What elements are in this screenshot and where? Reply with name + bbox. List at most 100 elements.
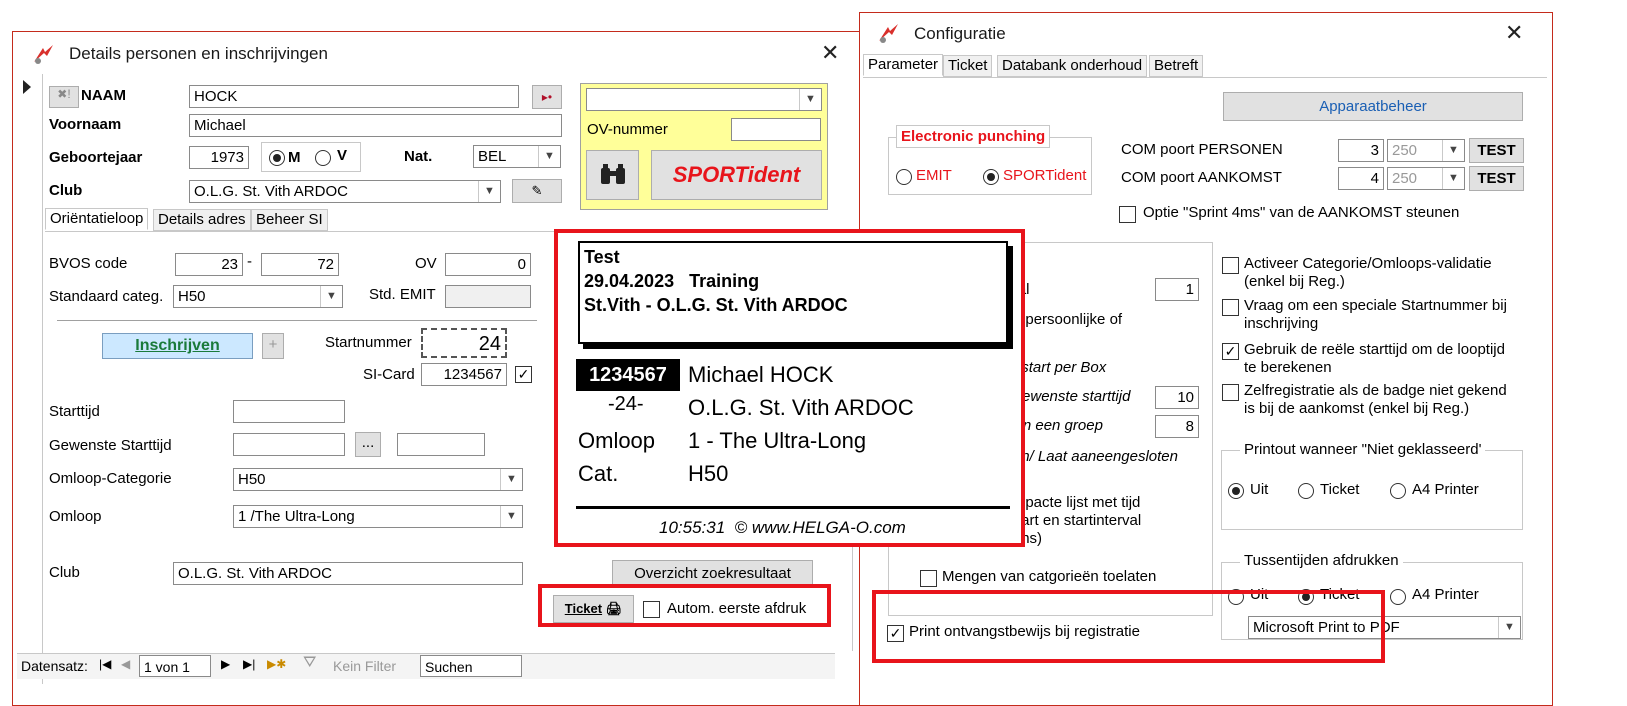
record-selector — [17, 74, 43, 684]
chevron-down-icon[interactable]: ▼ — [799, 89, 821, 110]
sex-v-label: V — [337, 147, 348, 164]
emit-radio[interactable] — [896, 169, 912, 185]
gewenste-starttijd-input[interactable] — [233, 433, 345, 456]
com-aankomst-input[interactable]: 4 — [1338, 167, 1384, 190]
geboortejaar-input[interactable]: 1973 — [189, 146, 249, 169]
tab-betreft[interactable]: Betreft — [1149, 55, 1204, 77]
next-record-icon[interactable]: ▶ — [221, 657, 230, 671]
gebruik-line1: Gebruik de reële starttijd om de looptij… — [1244, 341, 1505, 358]
mengen-checkbox[interactable] — [920, 570, 937, 587]
inschrijven-button[interactable]: Inschrijven — [102, 333, 253, 359]
filter-label[interactable]: Kein Filter — [333, 658, 396, 674]
std-emit-input[interactable] — [445, 285, 531, 308]
com-personen-speed-select[interactable]: 250 ▼ — [1387, 139, 1465, 162]
tussen-a4-label: A4 Printer — [1412, 586, 1479, 603]
ov-select[interactable]: ▼ — [586, 88, 822, 111]
bvos-input-1[interactable]: 23 — [175, 253, 243, 276]
gebruik-checkbox[interactable]: ✓ — [1222, 343, 1239, 360]
chevron-down-icon[interactable]: ▼ — [478, 181, 500, 202]
search-person-button[interactable]: ▸• — [532, 85, 562, 109]
chevron-down-icon[interactable]: ▼ — [1442, 140, 1464, 161]
zelf-checkbox[interactable] — [1222, 384, 1239, 401]
nat-select[interactable]: BEL ▼ — [473, 145, 561, 168]
chevron-down-icon[interactable]: ▼ — [500, 469, 522, 490]
sicard-input[interactable]: 1234567 — [421, 363, 507, 386]
ticket-cat-label: Cat. — [578, 461, 619, 486]
printout-ticket-radio[interactable] — [1298, 483, 1314, 499]
chevron-down-icon[interactable]: ▼ — [1442, 168, 1464, 189]
printout-uit-label: Uit — [1250, 481, 1269, 498]
binoculars-button[interactable] — [586, 150, 639, 200]
prev-record-icon[interactable]: ◀ — [121, 657, 130, 671]
tab-ticket[interactable]: Ticket — [943, 55, 993, 77]
startnummer-input[interactable]: 24 — [421, 328, 507, 358]
sex-v-radio[interactable] — [315, 150, 331, 166]
first-record-icon[interactable]: |◀ — [99, 657, 111, 671]
ov-input[interactable]: 0 — [445, 253, 531, 276]
emit-label: EMIT — [916, 167, 952, 184]
sprint-checkbox[interactable] — [1119, 206, 1136, 223]
com-personen-label: COM poort PERSONEN — [1121, 141, 1283, 158]
com-personen-input[interactable]: 3 — [1338, 139, 1384, 162]
binoculars-icon — [600, 164, 625, 184]
edit-club-button[interactable]: ✎ — [512, 179, 562, 203]
record-position-input[interactable]: 1 von 1 — [139, 655, 211, 677]
voornaam-input[interactable]: Michael — [189, 114, 562, 137]
close-icon[interactable]: ✕ — [1505, 22, 1523, 44]
ticket-name: Michael HOCK — [688, 362, 834, 387]
com-aankomst-speed-select[interactable]: 250 ▼ — [1387, 167, 1465, 190]
tussen-a4-radio[interactable] — [1390, 589, 1406, 605]
new-record-icon[interactable]: ▶✱ — [267, 657, 286, 671]
mengen-label: Mengen van catgorieën toelaten — [942, 568, 1157, 585]
naam-input[interactable]: HOCK — [189, 85, 519, 108]
tab-orientatieloop[interactable]: Oriëntatieloop — [45, 208, 149, 230]
chevron-down-icon[interactable]: ▼ — [500, 506, 522, 527]
sex-m-radio[interactable] — [269, 150, 285, 166]
club-search-input[interactable]: O.L.G. St. Vith ARDOC — [173, 562, 523, 585]
sicard-label: SI-Card — [363, 366, 415, 383]
window-title: Details personen en inschrijvingen — [69, 44, 328, 63]
vraag-line2: inschrijving — [1244, 315, 1319, 332]
overzicht-button[interactable]: Overzicht zoekresultaat — [612, 560, 813, 587]
std-categ-select[interactable]: H50 ▼ — [173, 285, 343, 308]
gewenst-option-input[interactable]: 10 — [1155, 386, 1199, 409]
gewenste-picker-button[interactable]: ... — [355, 432, 381, 457]
sicard-checkbox[interactable]: ✓ — [515, 366, 532, 383]
startnummer-label: Startnummer — [325, 334, 412, 351]
filter-icon[interactable]: ⛛ — [303, 654, 316, 672]
printout-a4-radio[interactable] — [1390, 483, 1406, 499]
add-entry-button[interactable]: + — [262, 333, 284, 359]
sportident-radio[interactable] — [983, 169, 999, 185]
voornaam-label: Voornaam — [49, 116, 122, 133]
starttijd-input[interactable] — [233, 400, 345, 423]
startinterval-input[interactable]: 1 — [1155, 278, 1199, 301]
ticket-line1: Test — [584, 247, 620, 267]
app-logo-icon — [876, 21, 902, 45]
clear-button[interactable]: ✖! — [49, 86, 79, 108]
sportident-button[interactable]: SPORTident — [651, 150, 822, 200]
tab-databank[interactable]: Databank onderhoud — [997, 55, 1148, 77]
chevron-down-icon[interactable]: ▼ — [320, 286, 342, 307]
printout-uit-radio[interactable] — [1228, 483, 1244, 499]
chevron-down-icon[interactable]: ▼ — [538, 146, 560, 167]
tab-details-adres[interactable]: Details adres — [153, 209, 251, 231]
chevron-down-icon[interactable]: ▼ — [1498, 617, 1520, 638]
test-personen-button[interactable]: TEST — [1469, 138, 1524, 163]
starttijd-label: Starttijd — [49, 403, 100, 420]
omloop-select[interactable]: 1 /The Ultra-Long ▼ — [233, 505, 523, 528]
tab-beheer-si[interactable]: Beheer SI — [251, 209, 328, 231]
ov-nummer-input[interactable] — [731, 118, 821, 141]
verschil-option-input[interactable]: 8 — [1155, 415, 1199, 438]
gewenste-extra-input[interactable] — [397, 433, 485, 456]
close-icon[interactable]: ✕ — [821, 42, 839, 64]
activeer-checkbox[interactable] — [1222, 257, 1239, 274]
omloop-categorie-select[interactable]: H50 ▼ — [233, 468, 523, 491]
search-input[interactable]: Suchen — [420, 655, 522, 677]
tab-parameter[interactable]: Parameter — [863, 54, 944, 76]
club-select[interactable]: O.L.G. St. Vith ARDOC ▼ — [189, 180, 501, 203]
bvos-input-2[interactable]: 72 — [261, 253, 339, 276]
last-record-icon[interactable]: ▶| — [243, 657, 255, 671]
vraag-checkbox[interactable] — [1222, 299, 1239, 316]
apparaatbeheer-button[interactable]: Apparaatbeheer — [1223, 92, 1523, 121]
test-aankomst-button[interactable]: TEST — [1469, 166, 1524, 191]
